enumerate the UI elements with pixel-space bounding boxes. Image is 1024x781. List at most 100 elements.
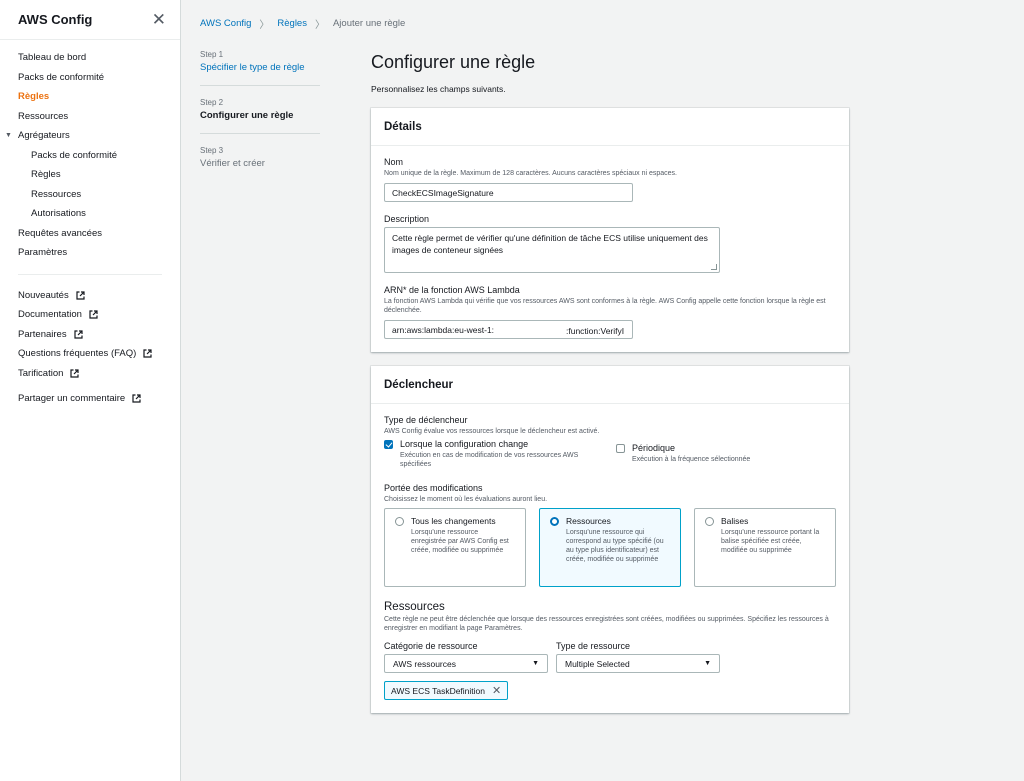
option-title: Lorsque la configuration change [400,439,529,449]
sidebar-link-label: Nouveautés [18,289,69,301]
sidebar-item-dashboard[interactable]: Tableau de bord [0,48,180,68]
tile-description: Lorsqu'une ressource enregistrée par AWS… [411,529,509,554]
sidebar-link-feedback[interactable]: Partager un commentaire [0,389,180,409]
caret-down-icon: ▼ [5,132,12,140]
chevron-right-icon: 〉 [259,20,270,31]
sidebar-item-aggregators[interactable]: ▼ Agrégateurs [0,126,180,146]
sidebar-item-agg-conformance-packs[interactable]: Packs de conformité [0,146,180,166]
page-subtitle: Personnalisez les champs suivants. [371,84,506,94]
chevron-right-icon: 〉 [314,20,325,31]
description-textarea[interactable]: Cette règle permet de vérifier qu'une dé… [384,227,720,273]
arn-field-group: ARN* de la fonction AWS Lambda La foncti… [384,285,836,339]
field-label: Portée des modifications [384,483,483,493]
sidebar-link-pricing[interactable]: Tarification [0,364,180,384]
step-number: Step 1 [200,50,224,59]
field-label: Description [384,214,430,224]
radio-selected[interactable] [550,517,559,526]
radio-unselected[interactable] [395,517,404,526]
external-link-icon [132,394,141,403]
step-future: Vérifier et créer [200,158,265,169]
redacted-mask [515,323,565,337]
step-current: Configurer une règle [200,110,294,121]
wizard-steps: Step 1 Spécifier le type de règle Step 2… [200,50,320,193]
tile-title: Balises [721,516,749,526]
step-link[interactable]: Spécifier le type de règle [200,62,320,73]
sidebar-item-conformance-packs[interactable]: Packs de conformité [0,68,180,88]
scope-tile-tags[interactable]: Balises Lorsqu'une ressource portant la … [694,508,836,587]
field-label: Nom [384,157,404,167]
checkbox-unchecked[interactable] [616,444,625,453]
panel-title: Détails [371,108,849,146]
field-description: Cette règle ne peut être déclenchée que … [384,616,829,632]
close-icon[interactable]: ✕ [152,11,166,28]
sidebar-link-documentation[interactable]: Documentation [0,305,180,325]
sidebar-link-label: Questions fréquentes (FAQ) [18,348,137,360]
select-value: Multiple Selected [565,658,630,669]
breadcrumb-aws-config[interactable]: AWS Config [200,18,251,29]
sidebar-link-label: Partager un commentaire [18,393,126,405]
tile-title: Ressources [566,516,611,526]
checkbox-checked[interactable] [384,440,393,449]
panel-title: Déclencheur [371,366,849,404]
sidebar-item-agg-authorizations[interactable]: Autorisations [0,204,180,224]
step-number: Step 2 [200,98,224,107]
tile-title: Tous les changements [411,516,496,526]
field-description: AWS Config évalue vos ressources lorsque… [384,428,600,435]
trigger-config-change-option[interactable]: Lorsque la configuration change Exécutio… [384,439,616,469]
sidebar-item-settings[interactable]: Paramètres [0,243,180,263]
sidebar-nav: Tableau de bord Packs de conformité Règl… [0,40,180,409]
sidebar-link-label: Tarification [18,367,64,379]
external-link-icon [73,330,83,339]
caret-down-icon: ▼ [532,660,539,667]
remove-icon[interactable]: ✕ [492,684,501,697]
sidebar-divider [18,273,162,275]
step-3: Step 3 Vérifier et créer [200,146,320,181]
name-field-group: Nom Nom unique de la règle. Maximum de 1… [384,157,836,202]
resource-selectors: Catégorie de ressource AWS ressources ▼ … [384,641,836,673]
breadcrumb: AWS Config 〉 Règles 〉 Ajouter une règle [200,16,405,31]
scope-tile-resources[interactable]: Ressources Lorsqu'une ressource qui corr… [539,508,681,587]
scope-tiles: Tous les changements Lorsqu'une ressourc… [384,508,836,587]
field-label: Type de ressource [556,641,631,651]
external-link-icon [89,310,98,319]
token-label: AWS ECS TaskDefinition [391,685,486,696]
sidebar: AWS Config ✕ Tableau de bord Packs de co… [0,0,181,781]
page-title: Configurer une règle [371,52,536,72]
step-number: Step 3 [200,146,224,155]
sidebar-item-resources[interactable]: Ressources [0,107,180,127]
sidebar-link-whats-new[interactable]: Nouveautés [0,286,180,306]
field-description: La fonction AWS Lambda qui vérifie que v… [384,298,826,314]
resource-type-token: AWS ECS TaskDefinition ✕ [384,681,509,700]
arn-prefix: arn:aws:lambda:eu-west-1: [392,324,495,335]
sidebar-item-agg-resources[interactable]: Ressources [0,185,180,205]
sidebar-item-agg-rules[interactable]: Règles [0,165,180,185]
sidebar-link-label: Partenaires [18,328,67,340]
scope-tile-all-changes[interactable]: Tous les changements Lorsqu'une ressourc… [384,508,526,587]
sidebar-item-advanced-queries[interactable]: Requêtes avancées [0,224,180,244]
breadcrumb-current: Ajouter une règle [332,18,406,29]
resize-handle-icon[interactable] [711,264,717,270]
sidebar-item-rules[interactable]: Règles [0,87,180,107]
sidebar-link-label: Documentation [18,309,82,321]
lambda-arn-input[interactable]: arn:aws:lambda:eu-west-1: :function:Veri… [384,320,633,339]
caret-down-icon: ▼ [704,660,711,667]
resource-category-select[interactable]: AWS ressources ▼ [384,654,548,673]
external-link-icon [76,291,85,300]
radio-unselected[interactable] [705,517,714,526]
details-panel: Détails Nom Nom unique de la règle. Maxi… [371,108,849,352]
field-label: Type de déclencheur [384,415,468,425]
option-description: Exécution en cas de modification de vos … [400,452,579,468]
tile-description: Lorsqu'une ressource qui correspond au t… [566,529,664,563]
trigger-periodic-option[interactable]: Périodique Exécution à la fréquence séle… [616,443,750,469]
rule-name-input[interactable]: CheckECSImageSignature [384,183,633,202]
arn-suffix: :function:VerifyI [566,325,625,336]
select-value: AWS ressources [393,658,456,669]
option-title: Périodique [632,443,676,453]
breadcrumb-rules[interactable]: Règles [277,18,307,29]
resources-section-title: Ressources [384,601,445,613]
external-link-icon [143,349,152,358]
sidebar-link-partners[interactable]: Partenaires [0,325,180,345]
step-1: Step 1 Spécifier le type de règle [200,50,320,86]
sidebar-link-faq[interactable]: Questions fréquentes (FAQ) [0,344,180,364]
resource-type-select[interactable]: Multiple Selected ▼ [556,654,720,673]
